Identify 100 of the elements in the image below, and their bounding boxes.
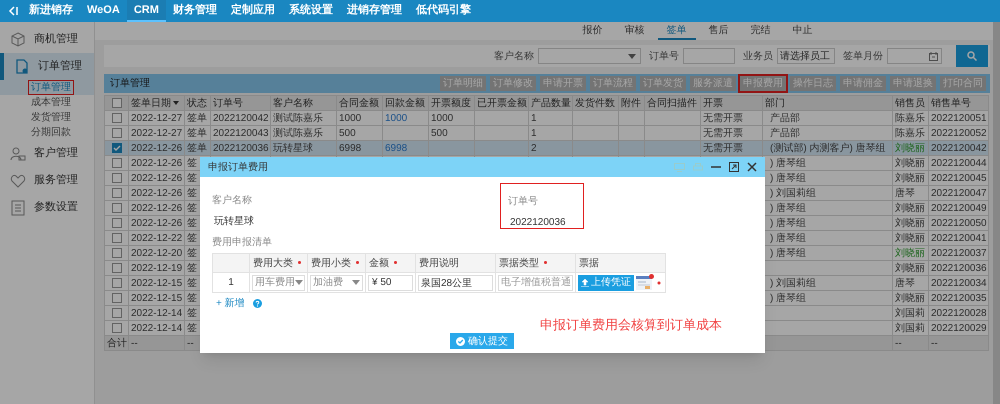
table-cell: 刘晓丽 [895,172,925,184]
table-cell: 签 [187,218,197,228]
table-cell: 刘晓丽 [895,232,925,244]
sidebar-item[interactable]: 客户管理 [0,140,94,167]
sidebar-item[interactable]: 参数设置 [0,194,94,221]
customer-dropdown[interactable] [538,48,641,64]
tab[interactable]: 售后 [700,22,738,40]
checkbox[interactable] [112,203,122,213]
scrollbar[interactable] [993,22,1000,404]
salesperson-field[interactable]: 请选择员工 [777,48,835,64]
checkbox[interactable] [112,278,122,288]
table-cell: 2022120045 [931,172,987,184]
tab[interactable]: 审核 [616,22,654,40]
table-cell: 2022-12-27 [131,112,182,124]
table-cell: 无需开票 [703,112,743,124]
tab[interactable]: 报价 [574,22,612,40]
column-header[interactable]: 部门 [765,96,785,110]
checkbox[interactable] [112,188,122,198]
select-field[interactable]: 用车费用 [252,274,305,290]
tab[interactable]: 中止 [784,22,822,40]
checkbox[interactable] [112,323,122,333]
checkbox[interactable] [112,308,122,318]
add-link[interactable]: + 新增 [216,296,245,311]
calendar-icon [929,52,938,60]
maximize-button[interactable] [729,162,739,172]
table-cell: 无需开票 [703,142,743,154]
checkbox[interactable] [112,218,122,228]
table-cell: 签 [187,232,197,244]
minimize-icon [711,166,721,168]
nav-tab[interactable]: WeOA [80,0,127,22]
nav-tab[interactable]: 财务管理 [166,0,224,22]
table-cell: 2022-12-14 [131,322,182,334]
tab[interactable]: 签单 [658,22,696,40]
required-icon [543,260,548,266]
sidebar-subitem[interactable]: 订单管理 [28,80,74,95]
table-cell: 唐琴 [895,278,915,288]
checkbox[interactable] [112,128,122,138]
checkbox[interactable] [112,293,122,303]
table-cell: ) 唐琴组 [770,232,806,244]
nav-tab[interactable]: CRM [126,0,166,22]
table-cell: 2022120028 [931,308,987,318]
close-button[interactable] [747,162,757,172]
upload-button[interactable]: 上传凭证 [578,274,634,290]
sort-icon [173,101,179,105]
checkbox[interactable] [112,173,122,183]
select-field[interactable]: 加油费 [310,274,363,290]
checkbox[interactable] [112,143,122,153]
heart-icon [10,172,26,188]
table-cell: 2022120035 [931,292,987,304]
checkbox[interactable] [112,113,122,123]
sidebar-item[interactable]: 服务管理 [0,167,94,194]
search-button[interactable] [956,45,988,67]
month-field[interactable] [887,48,942,64]
invoice-type-field[interactable]: 电子增值税普通 [498,274,573,290]
table-cell: 2022120049 [931,202,987,214]
caret-icon [352,280,360,285]
submit-button[interactable]: 确认提交 [450,333,514,349]
nav-tab[interactable]: 进销存管理 [340,0,409,22]
table-cell: 产品部 [770,112,800,124]
table-cell: 2022-12-20 [131,248,182,258]
monitor-icon [674,162,685,172]
field-label: 业务员 [743,50,773,64]
table-cell: -- [931,338,938,348]
table-cell: 测试陈嘉乐 [273,112,323,124]
column-header: 费用说明 [419,258,459,268]
description-field[interactable]: 泉国28公里 [418,274,493,290]
order-number-field[interactable] [683,48,735,64]
nav-tab[interactable]: 定制应用 [224,0,282,22]
sidebar-item[interactable]: 商机管理 [0,26,94,53]
table-cell: 2 [531,142,537,154]
sidebar-item[interactable]: 订单管理 [0,53,94,80]
tab[interactable]: 完结 [742,22,780,40]
sidebar-subitem[interactable]: 发货管理 [28,110,74,125]
table-cell: 2022120041 [931,232,987,244]
checkbox[interactable] [112,98,122,108]
checkbox[interactable] [112,248,122,258]
nav-tab[interactable]: 系统设置 [282,0,340,22]
table-cell: 2022-12-26 [131,202,182,214]
sidebar-subitem[interactable]: 成本管理 [28,95,74,110]
table-cell: 2022-12-26 [131,172,182,184]
table-cell: 刘晓丽 [895,202,925,214]
checkbox[interactable] [112,263,122,273]
column-header: 票据 [579,258,599,268]
table-cell: (测试部) 内测客户) 唐琴组 [770,142,886,154]
amount-field[interactable]: ¥ 50 [368,274,413,290]
table-cell: 刘晓丽 [895,142,925,154]
print-icon [693,162,703,172]
order-number: 2022120036 [509,216,566,230]
table-cell: 2022-12-27 [131,128,182,138]
table-cell: 刘晓丽 [895,292,925,304]
nav-tab[interactable]: 低代码引擎 [408,0,478,22]
table-cell: -- [895,338,902,348]
sidebar-subitem[interactable]: 分期回款 [28,125,74,140]
checkbox[interactable] [112,233,122,243]
table-cell: 2022120051 [931,112,987,124]
nav-tab[interactable]: 新进销存 [22,0,80,22]
table-cell: 陈嘉乐 [895,112,925,124]
checkbox[interactable] [112,158,122,168]
table-cell: 500 [339,128,356,138]
table-cell: 刘晓丽 [895,248,925,258]
